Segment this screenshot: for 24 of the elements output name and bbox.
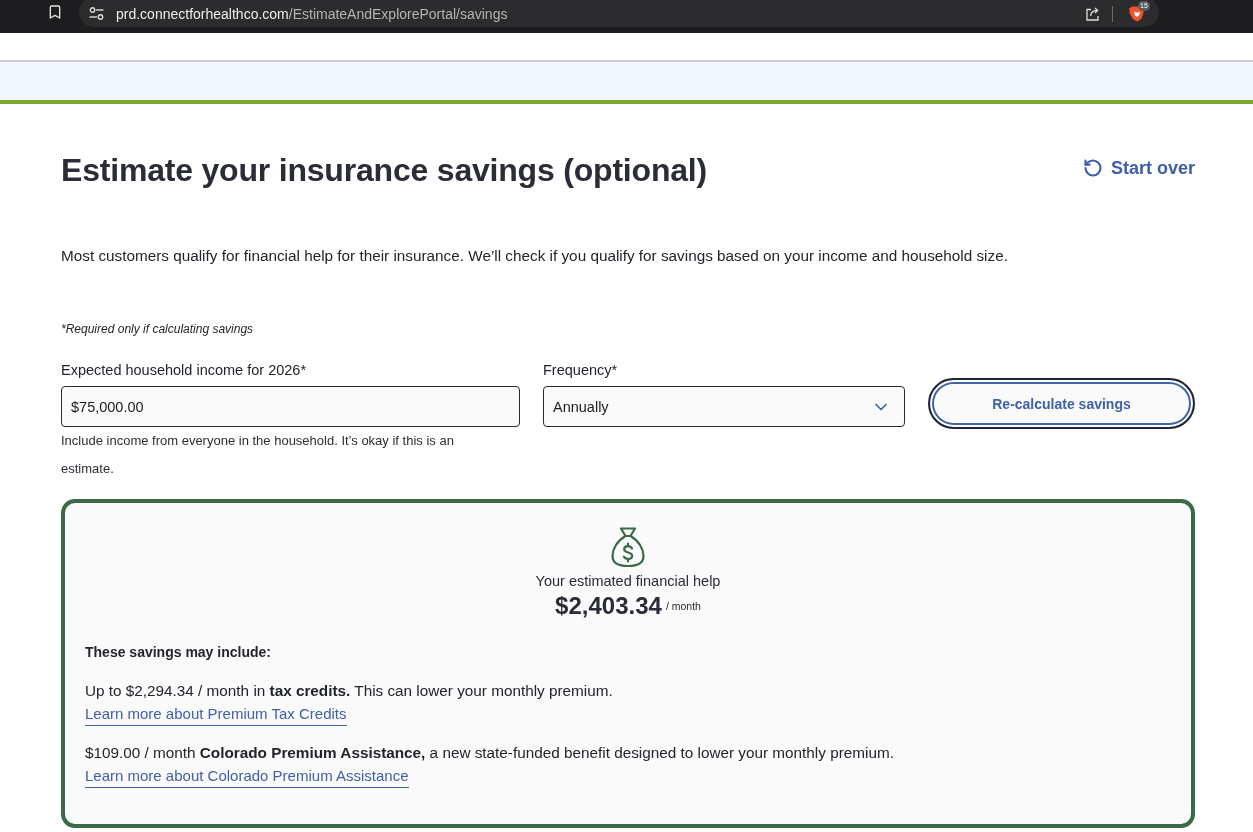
start-over-button[interactable]: Start over xyxy=(1082,157,1195,179)
savings-item-text: Up to $2,294.34 / month in tax credits. This can lower your monthly premium. xyxy=(85,681,613,701)
learn-more-link[interactable]: Learn more about Colorado Premium Assistance xyxy=(85,765,409,788)
amount-unit: / month xyxy=(665,600,701,612)
learn-more-link[interactable]: Learn more about Premium Tax Credits xyxy=(85,703,347,726)
income-hint: Include income from everyone in the household. It’s okay if this is an estimate. xyxy=(61,432,455,478)
page-title: Estimate your insurance savings (optional) xyxy=(61,151,707,190)
share-icon[interactable] xyxy=(1085,6,1100,21)
recalculate-button[interactable]: Re-calculate savings xyxy=(928,378,1195,429)
estimate-amount: $2,403.34 xyxy=(555,591,662,621)
site-settings-icon[interactable] xyxy=(89,7,104,20)
frequency-label: Frequency* xyxy=(543,361,619,380)
bookmark-icon[interactable] xyxy=(47,4,63,20)
frequency-select[interactable]: Annually xyxy=(543,386,905,427)
intro-text: Most customers qualify for financial help for their insurance. We’ll check if you qualify for savings based on your income and household size. xyxy=(61,246,1009,266)
income-input[interactable]: $75,000.00 xyxy=(61,386,520,427)
savings-item-text: $109.00 / month Colorado Premium Assistance, a new state-funded benefit designed to lower your monthly premium. xyxy=(85,743,894,763)
money-bag-icon xyxy=(610,526,646,568)
url-text[interactable]: prd.connectforhealthco.com/EstimateAndExplorePortal/savings xyxy=(116,5,1073,22)
required-note: *Required only if calculating savings xyxy=(61,321,255,337)
rotate-left-icon xyxy=(1082,158,1103,178)
savings-heading: These savings may include: xyxy=(85,643,272,662)
income-label: Expected household income for 2026* xyxy=(61,361,308,380)
estimate-caption: Your estimated financial help xyxy=(534,572,722,591)
